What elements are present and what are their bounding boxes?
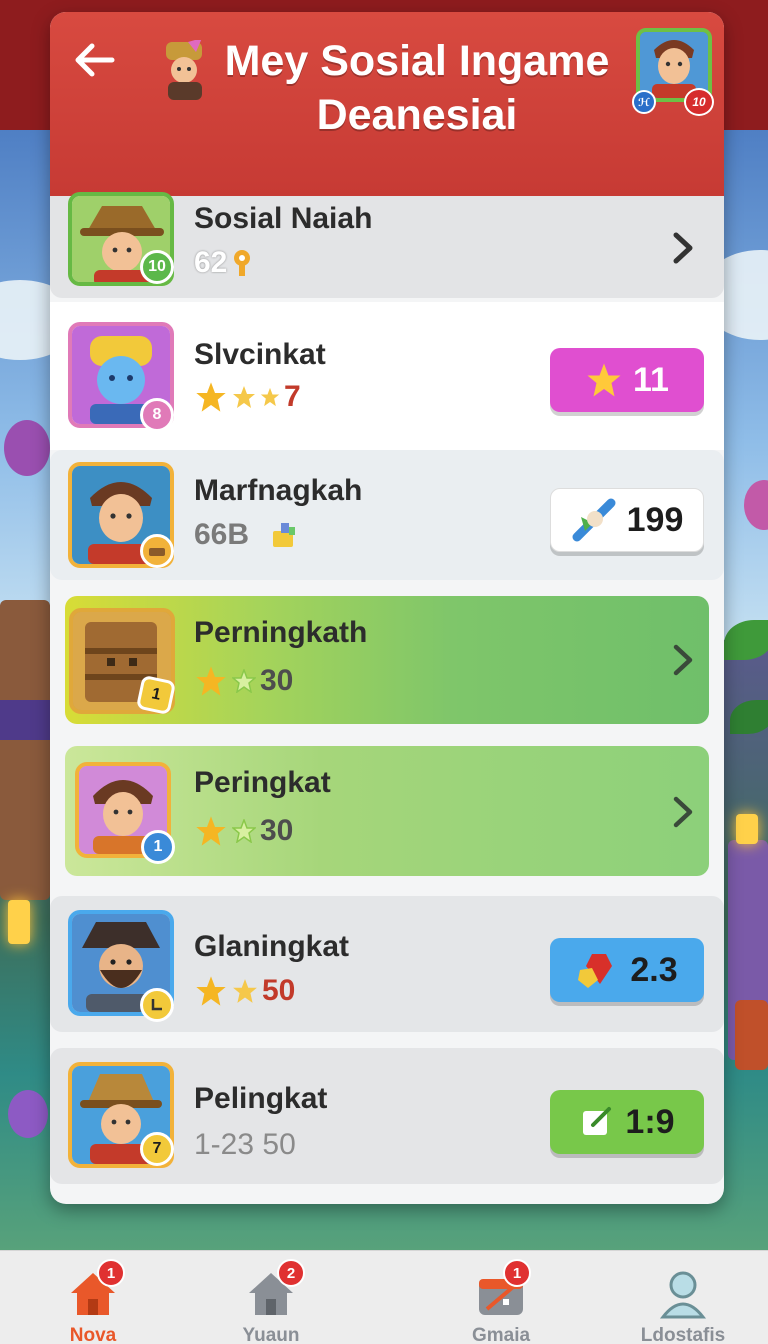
edit-note-icon	[583, 1107, 612, 1135]
player-name: Peringkat	[194, 766, 331, 799]
back-button[interactable]	[68, 34, 120, 86]
ranking-row[interactable]: Marfnagkah 66B 199	[50, 450, 724, 580]
calendar-icon: 1	[473, 1259, 531, 1321]
chevron-right-icon	[668, 228, 698, 268]
player-score: 66B	[194, 518, 301, 552]
star-icon	[196, 976, 226, 1006]
reward-button[interactable]: 199	[550, 488, 704, 552]
rating-value: 30	[260, 664, 294, 697]
market-stall	[735, 1000, 768, 1070]
level-badge: 7	[140, 1132, 174, 1166]
star-icon	[233, 386, 255, 408]
reward-value: 1:9	[625, 1102, 675, 1141]
balloon	[8, 1090, 48, 1138]
player-name: Glaningkat	[194, 930, 350, 963]
notification-badge: 1	[503, 1259, 531, 1287]
rating-value: 30	[260, 814, 294, 847]
level-badge	[140, 534, 174, 568]
profile-level-badge: 10	[684, 88, 714, 116]
nav-label: Yuaun	[242, 1325, 300, 1344]
nav-tab-yuaun[interactable]: 2 Yuaun	[196, 1251, 346, 1344]
chevron-right-icon	[668, 792, 698, 832]
roof	[0, 700, 50, 740]
player-score: 1-23 50	[194, 1128, 296, 1161]
chevron-right-icon	[668, 640, 698, 680]
ranking-row[interactable]: 7 Pelingkat 1-23 50 1:9	[50, 1048, 724, 1184]
social-ranking-panel: Mey Sosial Ingame Deanesiai ℋ 10 10 Sosi…	[50, 12, 724, 1204]
ranking-row[interactable]: 8 Slvcinkat 7 11	[50, 302, 724, 450]
nav-label: Gmaia	[471, 1325, 531, 1344]
bottom-navigation: 1 Nova 2 Yuaun 1 Gmaia Ldostafis	[0, 1250, 768, 1344]
ranking-row[interactable]: 1 Peringkat 30	[65, 746, 709, 876]
star-outline-icon	[232, 669, 256, 693]
arrow-left-icon	[75, 43, 115, 77]
ranking-row[interactable]: 10 Sosial Naiah 62	[50, 192, 724, 298]
home-icon: 1	[65, 1259, 125, 1321]
person-icon	[655, 1265, 711, 1321]
key-icon	[234, 250, 251, 276]
score-value: 62	[194, 246, 228, 279]
balloon	[4, 420, 50, 476]
nav-tab-home[interactable]: 1 Nova	[18, 1251, 168, 1344]
star-icon	[260, 387, 280, 407]
player-name: Perningkath	[194, 616, 368, 649]
star-icon	[196, 666, 226, 696]
page-title: Mey Sosial Ingame Deanesiai	[224, 37, 610, 139]
player-rating: 50	[194, 974, 295, 1008]
level-badge: 1	[141, 830, 175, 864]
level-badge: 1	[135, 674, 177, 716]
gem-cluster-icon	[578, 954, 613, 988]
reward-button[interactable]: 1:9	[550, 1090, 704, 1154]
star-icon	[233, 979, 257, 1003]
gem-feather-icon	[572, 498, 616, 542]
score-value: 66B	[194, 518, 250, 551]
rating-value: 7	[284, 380, 301, 413]
player-name: Slvcinkat	[194, 338, 326, 371]
reward-value: 11	[633, 360, 669, 399]
level-badge	[140, 988, 174, 1022]
player-rating: 30	[194, 814, 293, 848]
gift-box-icon	[273, 523, 296, 547]
lamp	[736, 814, 758, 844]
player-rating: 7	[194, 380, 301, 414]
player-name: Marfnagkah	[194, 474, 363, 507]
notification-badge: 2	[277, 1259, 305, 1287]
star-icon	[587, 363, 621, 397]
player-rating: 30	[194, 664, 293, 698]
profile-badge-left: ℋ	[632, 90, 656, 114]
player-score: 62	[194, 246, 253, 280]
ranking-row[interactable]: 1 Perningkath 30	[65, 596, 709, 724]
level-badge: 10	[140, 250, 174, 284]
player-name: Pelingkat	[194, 1082, 328, 1115]
nav-label: Nova	[69, 1325, 117, 1344]
ranking-row[interactable]: Glaningkat 50 2.3	[50, 896, 724, 1032]
nav-tab-gmaia[interactable]: 1 Gmaia	[426, 1251, 576, 1344]
lamp	[8, 900, 30, 944]
nav-label: Ldostafis	[640, 1325, 726, 1344]
notification-badge: 1	[97, 1259, 125, 1287]
level-badge: 8	[140, 398, 174, 432]
star-icon	[196, 816, 226, 846]
reward-button[interactable]: 2.3	[550, 938, 704, 1002]
player-name: Sosial Naiah	[194, 202, 373, 235]
house	[0, 600, 50, 900]
reward-button[interactable]: 11	[550, 348, 704, 412]
home-icon: 2	[243, 1259, 305, 1321]
rating-value: 50	[262, 974, 296, 1007]
star-outline-icon	[232, 819, 256, 843]
nav-tab-ldostafis[interactable]: Ldostafis	[608, 1251, 758, 1344]
reward-value: 199	[626, 500, 684, 539]
star-icon	[196, 382, 226, 412]
header-bar: Mey Sosial Ingame Deanesiai ℋ 10	[50, 12, 724, 198]
reward-value: 2.3	[630, 950, 678, 989]
profile-avatar-button[interactable]: ℋ 10	[632, 28, 714, 116]
